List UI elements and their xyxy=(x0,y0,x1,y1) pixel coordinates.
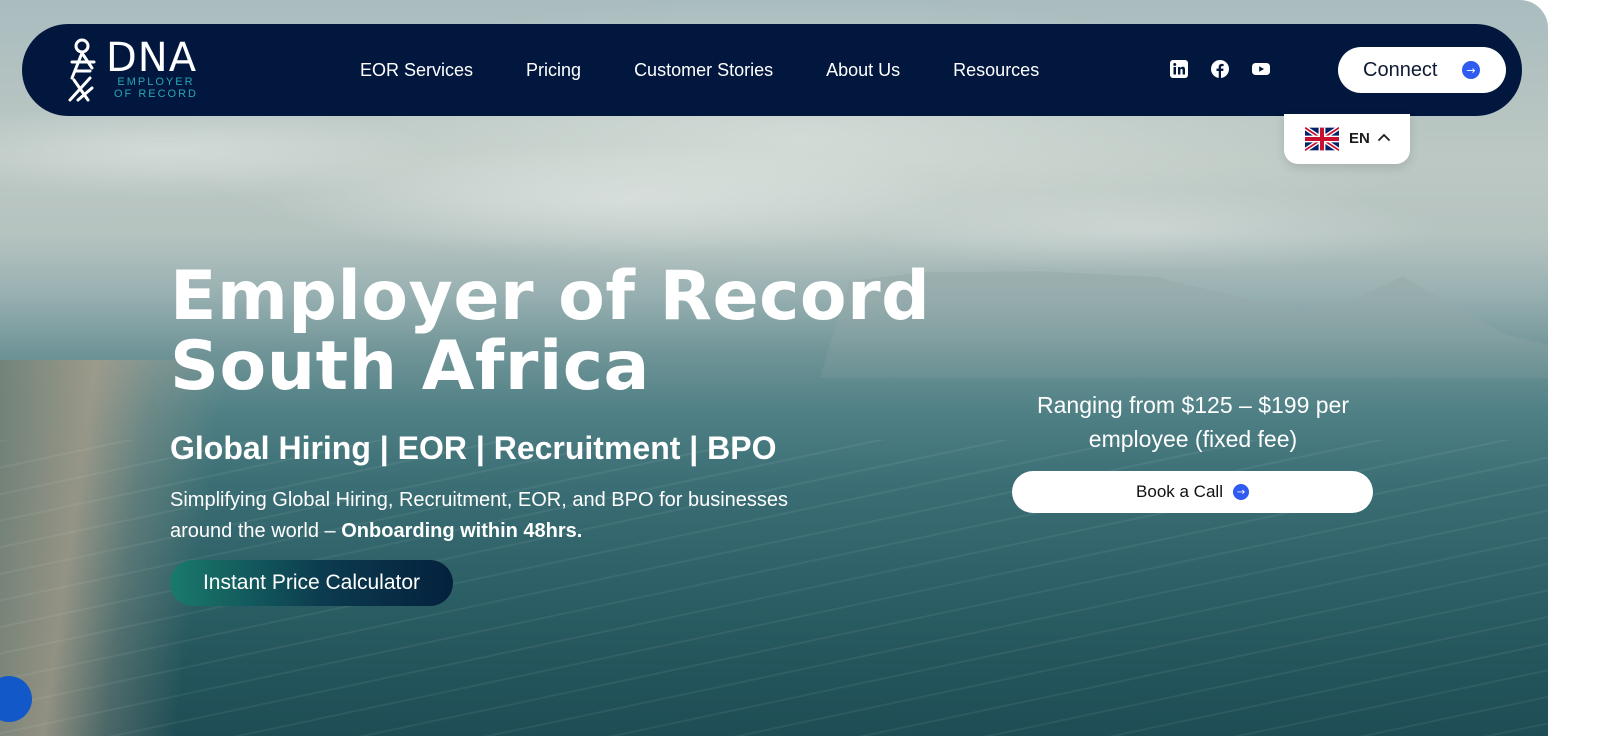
book-a-call-button[interactable]: Book a Call → xyxy=(1012,471,1373,513)
dna-figure-icon xyxy=(68,38,96,102)
brand-logo[interactable]: DNA EMPLOYER OF RECORD xyxy=(62,36,212,106)
hero-title-line-2: South Africa xyxy=(170,327,650,406)
navbar: DNA EMPLOYER OF RECORD EOR Services Pric… xyxy=(22,24,1522,116)
book-a-call-label: Book a Call xyxy=(1136,482,1223,501)
hero-description: Simplifying Global Hiring, Recruitment, … xyxy=(170,485,850,547)
arrow-right-icon: → xyxy=(1462,61,1480,79)
hero-description-bold: Onboarding within 48hrs. xyxy=(341,520,583,542)
main-menu: EOR Services Pricing Customer Stories Ab… xyxy=(360,24,1092,116)
brand-tagline: EMPLOYER OF RECORD xyxy=(114,76,198,100)
nav-item-resources[interactable]: Resources xyxy=(953,60,1039,81)
hero-title: Employer of Record South Africa xyxy=(170,262,970,402)
uk-flag-icon xyxy=(1305,126,1339,152)
chevron-up-icon xyxy=(1378,133,1390,141)
pricing-summary: Ranging from $125 – $199 per employee (f… xyxy=(1012,388,1374,456)
instant-price-calculator-button[interactable]: Instant Price Calculator xyxy=(170,560,453,606)
social-links xyxy=(1170,60,1270,78)
hero-title-line-1: Employer of Record xyxy=(170,257,931,336)
nav-item-about-us[interactable]: About Us xyxy=(826,60,900,81)
nav-item-customer-stories[interactable]: Customer Stories xyxy=(634,60,773,81)
youtube-icon[interactable] xyxy=(1252,60,1270,78)
nav-item-pricing[interactable]: Pricing xyxy=(526,60,581,81)
pricing-line-1: Ranging from $125 – $199 per xyxy=(1037,392,1349,418)
connect-button[interactable]: Connect → xyxy=(1338,47,1506,93)
brand-name: DNA xyxy=(106,35,198,81)
facebook-icon[interactable] xyxy=(1211,60,1229,78)
language-code: EN xyxy=(1349,130,1370,147)
connect-label: Connect xyxy=(1363,58,1438,81)
linkedin-icon[interactable] xyxy=(1170,60,1188,78)
hero-section: DNA EMPLOYER OF RECORD EOR Services Pric… xyxy=(0,0,1548,736)
arrow-right-icon: → xyxy=(1232,484,1249,500)
hero-subtitle: Global Hiring | EOR | Recruitment | BPO xyxy=(170,430,777,466)
language-switcher[interactable]: EN xyxy=(1284,114,1410,164)
pricing-line-2: employee (fixed fee) xyxy=(1088,426,1298,452)
nav-item-eor-services[interactable]: EOR Services xyxy=(360,60,473,81)
